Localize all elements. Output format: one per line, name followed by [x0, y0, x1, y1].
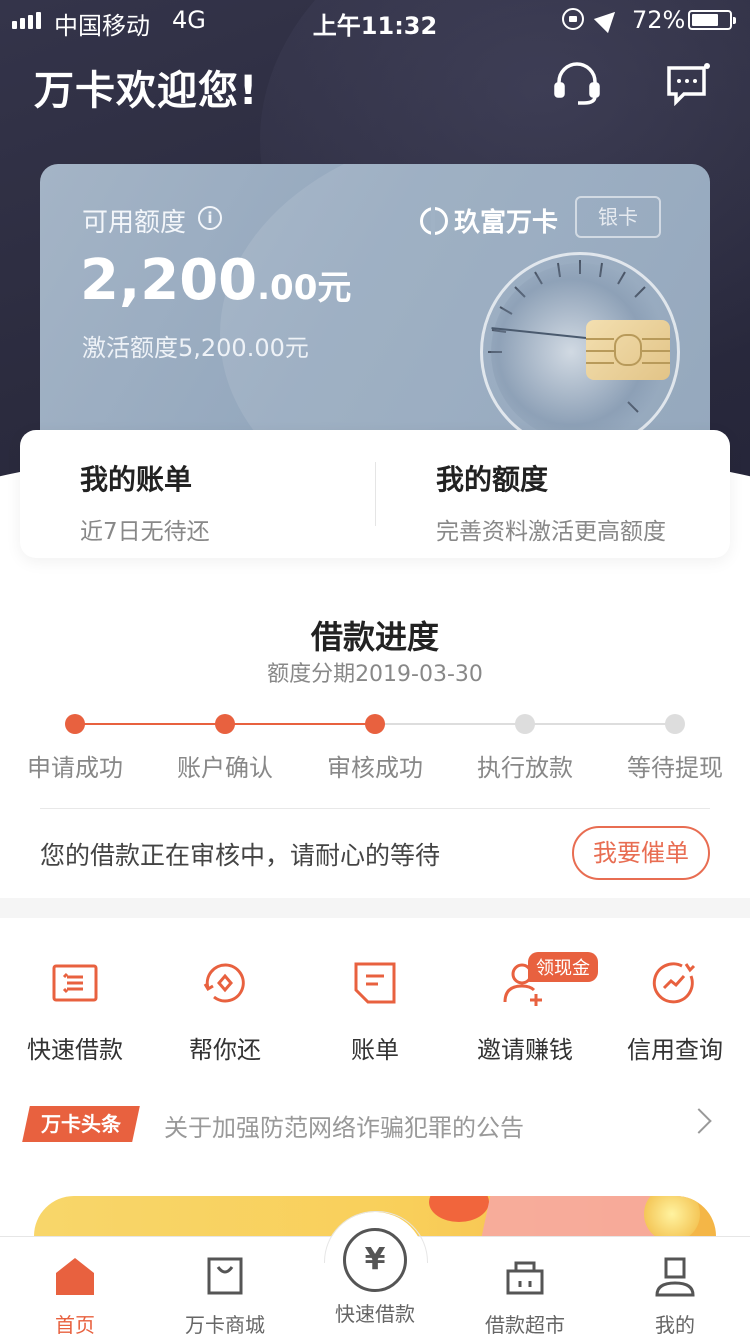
tab-label: 快速借款 [335, 1302, 415, 1326]
amount-decimal: .00元 [257, 268, 352, 308]
news-tag-label: 万卡头条 [41, 1112, 121, 1136]
battery-icon [688, 10, 736, 30]
cash-reward-badge: 领现金 [528, 952, 598, 982]
tab-profile[interactable]: 我的 [600, 1255, 750, 1334]
tab-home[interactable]: 首页 [0, 1255, 150, 1334]
tab-label: 万卡商城 [185, 1313, 265, 1334]
my-limit-title: 我的额度 [436, 463, 549, 496]
review-status-message: 您的借款正在审核中，请耐心的等待 [40, 841, 441, 870]
brand-logo-icon [420, 206, 448, 235]
quick-loan-icon [50, 958, 100, 1008]
news-tag: 万卡头条 [22, 1106, 140, 1142]
card-tier-badge: 银卡 [575, 196, 661, 238]
feature-bill[interactable]: 账单 [300, 958, 450, 1065]
loan-progress-subtitle: 额度分期2019-03-30 [267, 662, 483, 687]
tab-mall[interactable]: 万卡商城 [150, 1255, 300, 1334]
feature-credit-query[interactable]: 信用查询 [600, 958, 750, 1065]
progress-step-label: 申请成功 [27, 754, 123, 782]
feature-label: 信用查询 [627, 1036, 723, 1064]
tab-loan-market[interactable]: 借款超市 [450, 1255, 600, 1334]
my-limit-subtitle: 完善资料激活更高额度 [436, 519, 666, 545]
progress-step-label: 等待提现 [627, 754, 723, 782]
welcome-title: 万卡欢迎您! [34, 68, 259, 114]
card-chip-icon [586, 320, 670, 380]
section-gap [0, 898, 750, 918]
help-repay-icon [200, 958, 250, 1008]
feature-label: 账单 [351, 1036, 399, 1064]
progress-divider [40, 808, 710, 809]
tab-label: 我的 [655, 1313, 695, 1334]
summary-divider [375, 462, 376, 526]
progress-track-segment [75, 723, 225, 725]
feature-label: 帮你还 [189, 1036, 261, 1064]
battery-percent: 72% [632, 6, 686, 34]
tab-quick-loan[interactable]: ¥ 快速借款 [300, 1228, 450, 1327]
card-brand: 玖富万卡 [420, 202, 558, 239]
news-headline[interactable]: 关于加强防范网络诈骗犯罪的公告 [164, 1108, 524, 1143]
progress-step-label: 审核成功 [327, 754, 423, 782]
info-icon[interactable]: i [198, 206, 222, 230]
yuan-icon: ¥ [343, 1228, 407, 1292]
my-bill-entry[interactable]: 我的账单 近7日无待还 [80, 458, 210, 546]
progress-step-label: 账户确认 [177, 754, 273, 782]
rotation-lock-icon [562, 8, 584, 30]
available-limit-label: 可用额度 [82, 208, 187, 238]
my-limit-entry[interactable]: 我的额度 完善资料激活更高额度 [436, 458, 666, 546]
profile-icon [654, 1255, 696, 1297]
feature-invite[interactable]: 领现金 邀请赚钱 [450, 952, 600, 1065]
amount-main: 2,200 [80, 248, 258, 313]
progress-step-dot [365, 714, 385, 734]
home-icon [54, 1255, 96, 1297]
store-icon [504, 1255, 546, 1297]
tab-label: 首页 [55, 1313, 95, 1334]
feature-label: 邀请赚钱 [477, 1036, 573, 1064]
progress-step-dot [515, 714, 535, 734]
account-summary-panel: 我的账单 近7日无待还 我的额度 完善资料激活更高额度 [20, 430, 730, 558]
progress-step-dot [65, 714, 85, 734]
activated-limit: 激活额度5,200.00元 [82, 334, 309, 362]
message-icon[interactable] [666, 62, 712, 107]
feature-label: 快速借款 [27, 1036, 123, 1064]
tab-label: 借款超市 [485, 1313, 565, 1334]
feature-quick-loan[interactable]: 快速借款 [0, 958, 150, 1065]
my-bill-subtitle: 近7日无待还 [80, 519, 210, 545]
progress-track-segment [225, 723, 375, 725]
progress-step-dot [665, 714, 685, 734]
banner-decoration [429, 1196, 489, 1222]
progress-track-segment [375, 723, 525, 725]
brand-name: 玖富万卡 [454, 208, 559, 238]
my-bill-title: 我的账单 [80, 463, 193, 496]
chevron-right-icon[interactable] [686, 1108, 712, 1134]
feature-help-repay[interactable]: 帮你还 [150, 958, 300, 1065]
bill-icon [350, 958, 400, 1008]
loan-progress-title: 借款进度 [310, 618, 439, 656]
progress-step-dot [215, 714, 235, 734]
progress-step-label: 执行放款 [477, 754, 573, 782]
status-bar: 中国移动 4G 上午11:32 72% [0, 0, 750, 40]
customer-service-icon[interactable] [554, 62, 600, 106]
shopping-bag-icon [204, 1255, 246, 1297]
credit-query-icon [650, 958, 700, 1008]
battery-fill [692, 14, 718, 26]
available-amount: 2,200.00元 [80, 248, 351, 313]
progress-track-segment [525, 723, 675, 725]
urge-order-button[interactable]: 我要催单 [572, 826, 710, 880]
